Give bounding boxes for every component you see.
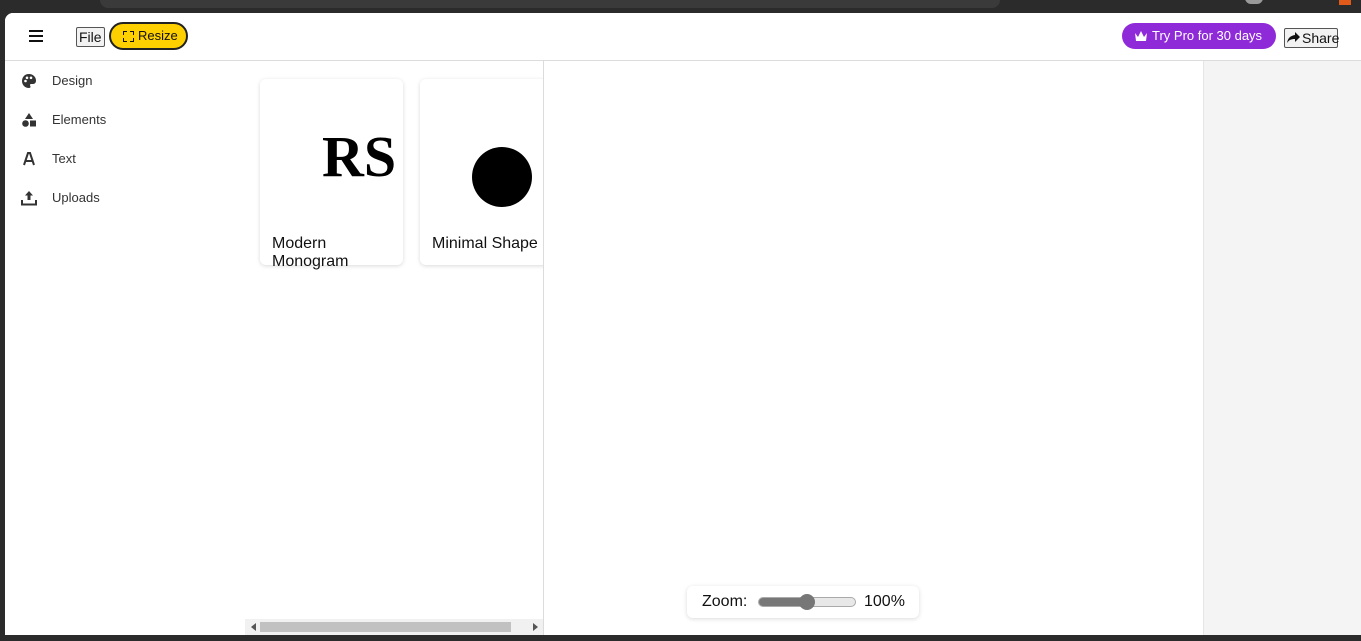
- resize-button[interactable]: Resize: [109, 22, 188, 50]
- share-label: Share: [1302, 30, 1340, 46]
- horizontal-scrollbar[interactable]: [245, 619, 543, 635]
- right-panel: [1203, 61, 1361, 635]
- zoom-slider[interactable]: [758, 594, 856, 610]
- scrollbar-thumb[interactable]: [260, 622, 511, 632]
- scroll-left-icon[interactable]: [251, 623, 256, 631]
- palette-icon: [22, 74, 36, 88]
- template-card-minimal-shape[interactable]: Minimal Shape: [420, 79, 543, 265]
- share-arrow-icon: [1287, 32, 1300, 43]
- template-title: Modern Monogram: [272, 235, 349, 270]
- sidebar-item-label: Design: [52, 73, 93, 88]
- template-title: Minimal Shape: [432, 235, 538, 252]
- file-button[interactable]: File: [76, 27, 105, 47]
- sidebar-item-label: Uploads: [52, 190, 100, 205]
- text-icon: [23, 152, 35, 166]
- crown-icon: [1135, 31, 1147, 41]
- expand-icon: [123, 31, 134, 42]
- share-button[interactable]: Share: [1284, 28, 1340, 48]
- template-card-modern-monogram[interactable]: RS Modern Monogram: [260, 79, 403, 270]
- zoom-value: 100%: [864, 593, 905, 610]
- browser-tab: [100, 0, 1000, 8]
- screen-bottom-edge: [0, 635, 1361, 641]
- try-pro-button[interactable]: Try Pro for 30 days: [1122, 23, 1276, 49]
- hamburger-icon[interactable]: [27, 27, 45, 45]
- monogram-preview: RS: [322, 124, 397, 189]
- sidebar: Design Elements Text Uploads: [5, 61, 245, 635]
- sidebar-item-uploads[interactable]: Uploads: [21, 187, 221, 211]
- zoom-slider-knob[interactable]: [799, 594, 815, 610]
- sidebar-item-text[interactable]: Text: [21, 148, 221, 172]
- shapes-icon: [22, 113, 36, 127]
- try-pro-label: Try Pro for 30 days: [1152, 28, 1263, 43]
- browser-indicator-icon: [1339, 0, 1351, 5]
- sidebar-item-elements[interactable]: Elements: [21, 109, 221, 133]
- scroll-right-icon[interactable]: [533, 623, 538, 631]
- zoom-label: Zoom:: [702, 593, 748, 610]
- editor-app: File Resize Try Pro for 30 days Share De…: [5, 13, 1361, 635]
- templates-panel: RS Modern Monogram Minimal Shape: [245, 61, 544, 635]
- sidebar-item-label: Text: [52, 151, 76, 166]
- sidebar-item-design[interactable]: Design: [21, 70, 221, 94]
- sidebar-item-label: Elements: [52, 112, 107, 127]
- top-bar: File Resize Try Pro for 30 days Share: [5, 13, 1361, 61]
- zoom-control: Zoom: 100%: [687, 586, 919, 618]
- design-canvas[interactable]: [544, 61, 1203, 635]
- circle-shape-preview: [472, 147, 532, 207]
- upload-icon: [21, 191, 37, 206]
- resize-button-label: Resize: [138, 28, 178, 43]
